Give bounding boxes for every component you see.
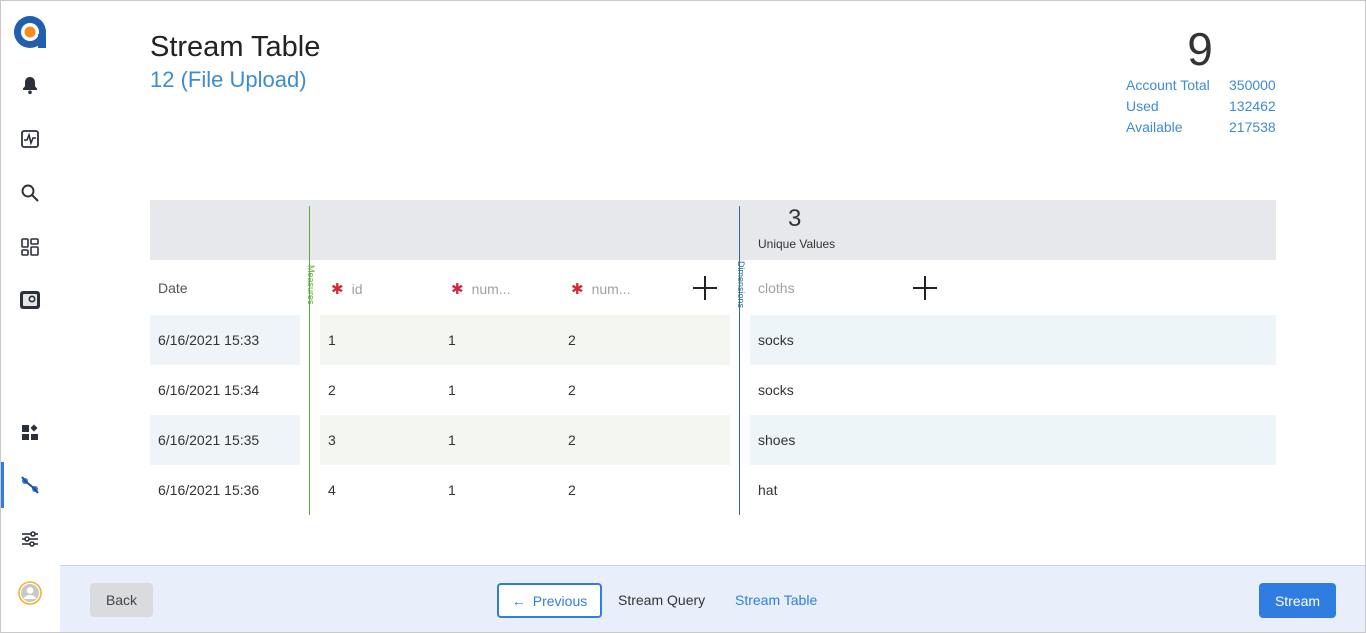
date-column-header[interactable]: Date [158,280,188,296]
num1-cell: 1 [448,482,456,498]
required-star-icon: ✱ [451,281,464,298]
id-column-header[interactable]: ✱ id [331,280,362,298]
required-star-icon: ✱ [331,281,344,298]
activity-icon[interactable] [15,124,45,154]
date-cell: 6/16/2021 15:34 [158,382,260,398]
table-row[interactable]: 6/16/2021 15:33 1 1 2 socks [0,315,1366,365]
num1-cell: 1 [448,432,456,448]
num2-cell: 2 [568,482,576,498]
cloths-cell: shoes [758,432,796,448]
cloths-cell: socks [758,332,794,348]
unique-values-label: Unique Values [758,237,836,251]
num2-cell: 2 [568,432,576,448]
avatar-icon[interactable] [15,578,45,608]
num1-cell: 1 [448,382,456,398]
cloths-cell: hat [758,482,778,498]
id-cell: 3 [328,432,336,448]
num1-column-header[interactable]: ✱ num... [451,280,510,298]
required-star-icon: ✱ [571,281,584,298]
media-icon[interactable] [15,285,45,315]
logo-icon[interactable] [13,15,47,49]
id-cell: 1 [328,332,336,348]
used-value: 132462 [1229,98,1276,114]
account-total-value: 350000 [1229,77,1276,93]
breadcrumb-stream-table[interactable]: Stream Table [735,592,817,608]
num1-cell: 1 [448,332,456,348]
id-cell: 2 [328,382,336,398]
measures-cell-bg [320,315,730,365]
measures-label: Measures [306,265,316,305]
dimensions-divider[interactable] [739,206,740,515]
num2-column-label: num... [591,281,631,297]
dimensions-label: Dimensions [736,261,746,309]
available-value: 217538 [1229,119,1276,135]
stream-button[interactable]: Stream [1259,583,1336,618]
num1-column-label: num... [471,281,511,297]
footer-bar [60,565,1365,632]
previous-button[interactable]: ← Previous [497,583,602,618]
measures-cell-bg [320,415,730,465]
date-cell: 6/16/2021 15:36 [158,482,260,498]
id-column-label: id [351,281,363,297]
available-label: Available [1126,119,1183,135]
add-measure-plus-icon[interactable] [693,276,717,300]
table-row[interactable]: 6/16/2021 15:34 2 1 2 socks [0,365,1366,415]
cloths-cell: socks [758,382,794,398]
sliders-icon[interactable] [15,524,45,554]
arrow-left-icon: ← [511,592,526,609]
search-icon[interactable] [15,178,45,208]
back-button[interactable]: Back [90,583,153,617]
measures-divider[interactable] [309,206,310,515]
cloths-column-header[interactable]: cloths [758,280,795,296]
table-row[interactable]: 6/16/2021 15:35 3 1 2 shoes [0,415,1366,465]
num2-cell: 2 [568,332,576,348]
previous-label: Previous [532,592,588,609]
dimensions-cell-bg [750,315,1276,365]
account-total-label: Account Total [1126,77,1210,93]
page-subtitle: 12 (File Upload) [150,67,307,92]
page-title: Stream Table [150,31,321,63]
used-label: Used [1126,98,1159,114]
date-cell: 6/16/2021 15:33 [158,332,260,348]
breadcrumb-stream-query[interactable]: Stream Query [618,592,705,608]
dimensions-cell-bg [750,415,1276,465]
unique-values-count: 3 [788,205,802,232]
table-header-band [150,200,1276,260]
bell-icon[interactable] [15,70,45,100]
stream-count: 9 [1187,23,1213,75]
table-row[interactable]: 6/16/2021 15:36 4 1 2 hat [0,465,1366,515]
num2-cell: 2 [568,382,576,398]
add-dimension-plus-icon[interactable] [913,276,937,300]
date-cell: 6/16/2021 15:35 [158,432,260,448]
widgets-icon[interactable] [15,232,45,262]
id-cell: 4 [328,482,336,498]
num2-column-header[interactable]: ✱ num... [571,280,630,298]
